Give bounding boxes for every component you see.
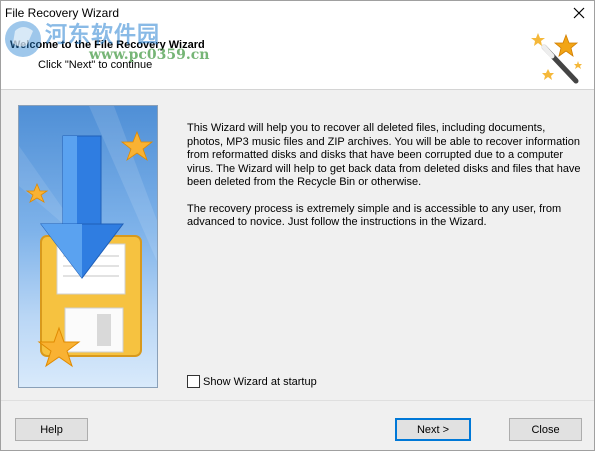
header-title: Welcome to the File Recovery Wizard xyxy=(10,39,205,51)
wizard-window: File Recovery Wizard Welcome to the File… xyxy=(0,0,595,451)
description-paragraph-2: The recovery process is extremely simple… xyxy=(187,202,562,229)
wizard-header: Welcome to the File Recovery Wizard Clic… xyxy=(1,24,594,90)
next-button[interactable]: Next > xyxy=(395,418,471,441)
footer-divider xyxy=(1,400,594,401)
wizard-illustration xyxy=(18,105,158,388)
show-wizard-at-startup-checkbox[interactable]: Show Wizard at startup xyxy=(187,375,317,388)
floppy-disk-icon xyxy=(19,106,157,368)
checkbox-box[interactable] xyxy=(187,375,200,388)
description-paragraph-1: This Wizard will help you to recover all… xyxy=(187,122,581,188)
wizard-description: This Wizard will help you to recover all… xyxy=(187,122,582,243)
header-subtitle: Click "Next" to continue xyxy=(38,59,153,71)
window-title: File Recovery Wizard xyxy=(5,6,120,20)
close-button[interactable]: Close xyxy=(509,418,582,441)
magic-wand-icon xyxy=(531,33,582,84)
checkbox-label: Show Wizard at startup xyxy=(203,375,317,388)
close-icon[interactable] xyxy=(564,1,594,24)
title-bar: File Recovery Wizard xyxy=(1,1,594,24)
help-button[interactable]: Help xyxy=(15,418,88,441)
